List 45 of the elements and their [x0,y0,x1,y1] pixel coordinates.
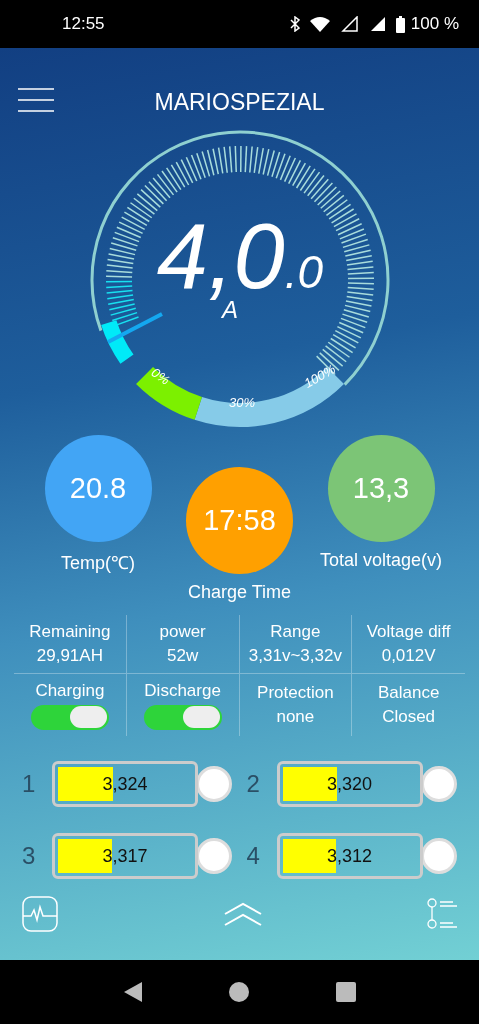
cell-number: 2 [246,770,261,798]
home-icon[interactable] [229,982,250,1002]
double-chevron-up-icon[interactable] [223,901,262,926]
back-icon[interactable] [123,981,144,1003]
stat-circle: 17:58 [186,467,293,574]
stat-circle: 13,3 [327,435,435,542]
control-value: none [276,707,315,727]
gauge-current-marker [101,319,134,364]
timeline-list-icon[interactable] [427,897,459,930]
info-label: Range [270,622,321,642]
stat-label: Charge Time [187,582,291,603]
cell-number: 1 [22,770,37,798]
cell-number: 3 [22,842,37,870]
balance-indicator [196,838,232,874]
stat-label: Total voltage(v) [319,550,443,571]
device-title: MARIOSPEZIAL [154,89,325,116]
status-time: 12:55 [62,14,105,34]
control-label: Balance [377,683,440,703]
toggle-switch[interactable] [143,704,222,730]
pulse-chart-icon[interactable] [22,895,58,932]
cell-number: 4 [246,842,261,870]
stat-label: Temp(℃) [61,552,135,574]
scale-label: 0% [148,364,173,388]
stat-circle: 20.8 [44,435,152,542]
wifi-icon [309,16,330,32]
battery-percentage: 100 % [410,14,459,34]
info-value: 0,012V [381,646,436,666]
control-label: Discharge [144,680,221,701]
info-label: power [159,622,206,642]
info-value: 29,91AH [36,646,103,666]
control-label: Protection [257,683,334,703]
control-value: Closed [382,707,436,727]
control-label: Charging [35,680,105,701]
gauge-needle [107,312,163,344]
info-label: Voltage diff [366,622,451,642]
gauge-start-segment [136,366,203,420]
toggle-switch[interactable] [30,704,109,730]
recents-icon[interactable] [335,982,356,1002]
info-value: 52w [167,646,199,666]
info-label: Remaining [29,622,111,642]
balance-indicator [196,766,232,802]
bluetooth-icon [289,16,300,32]
battery-icon [395,15,405,33]
info-value: 3,31v~3,32v [248,646,342,666]
signal-icon [339,16,358,32]
